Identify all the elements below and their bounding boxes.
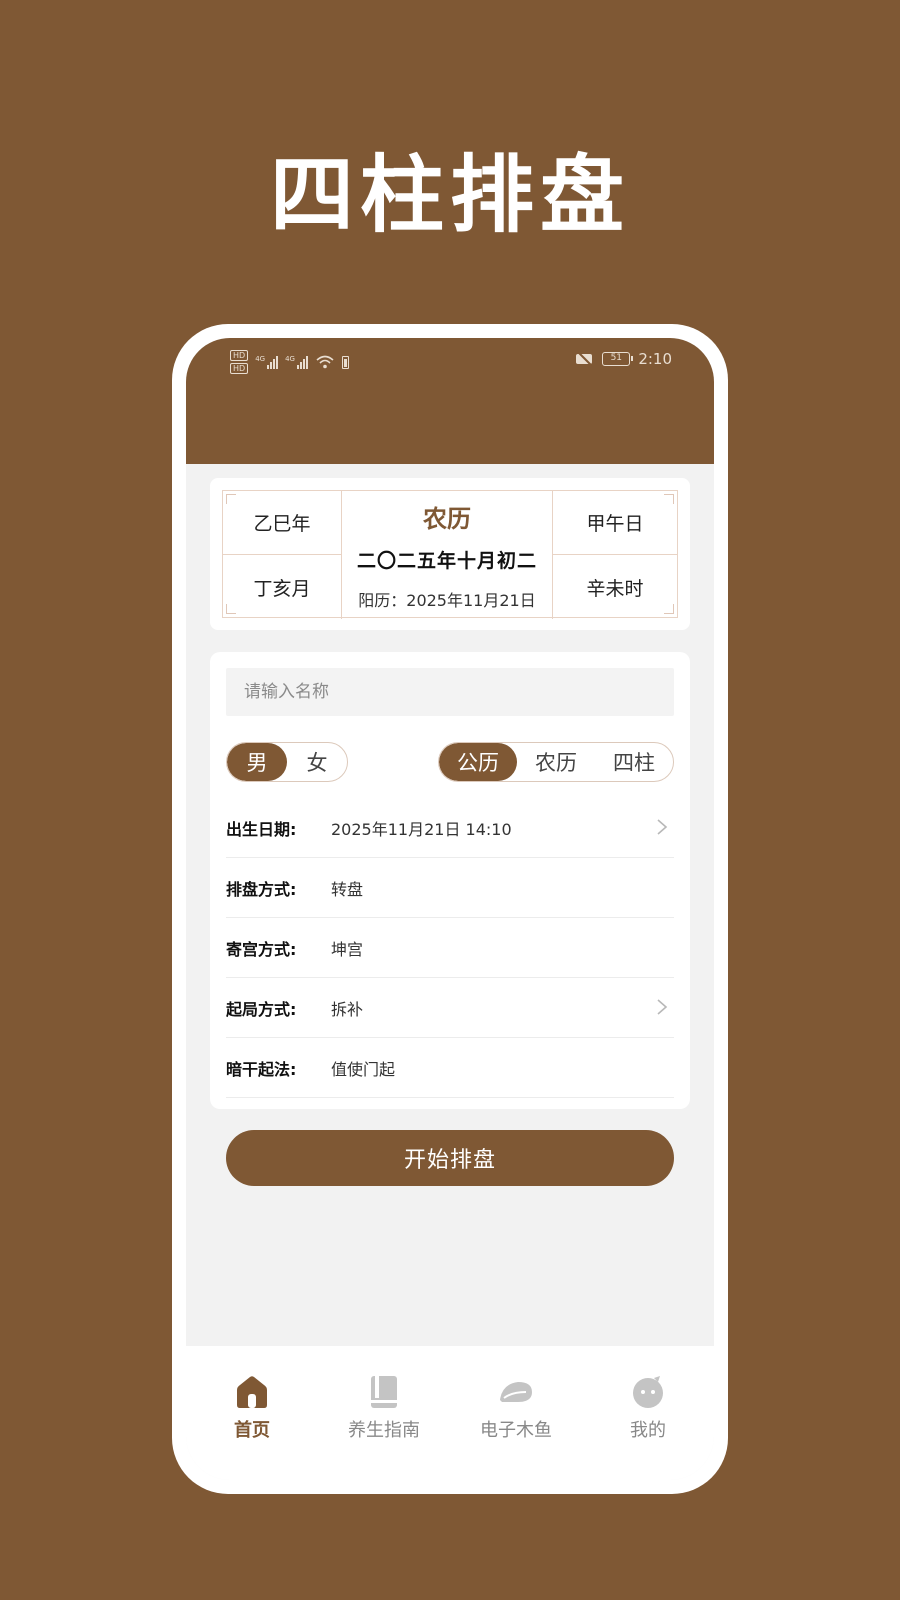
calendar-four-pillars-option[interactable]: 四柱 [595,743,673,781]
gender-toggle: 男 女 [226,742,348,782]
calendar-solar-option[interactable]: 公历 [439,743,517,781]
status-indicators-right: 51 2:10 [576,350,672,368]
tab-home[interactable]: 首页 [186,1346,318,1480]
calendar-grid: 乙巳年 农历 二〇二五年十月初二 阳历：2025年11月21日 甲午日 丁亥月 … [222,490,678,619]
status-time: 2:10 [638,350,672,368]
solar-date: 阳历：2025年11月21日 [358,591,536,610]
wifi-icon [316,355,334,369]
day-ganzhi: 甲午日 [553,491,677,555]
tab-label: 电子木鱼 [480,1420,552,1441]
status-bar: HD HD 4G 4G 51 2:10 [186,338,714,384]
field-label: 暗干起法: [226,1059,297,1079]
field-value: 2025年11月21日 14:10 [331,819,512,839]
field-value: 转盘 [331,879,364,899]
lunar-label: 农历 [423,505,471,533]
hour-ganzhi: 辛未时 [586,577,644,600]
field-hidden-stem-method[interactable]: 暗干起法: 值使门起 [226,1038,674,1098]
field-label: 出生日期: [226,819,297,839]
chevron-right-icon [656,818,668,836]
chevron-right-icon [656,998,668,1016]
field-chart-method[interactable]: 排盘方式: 转盘 [226,858,674,918]
field-birth-date[interactable]: 出生日期: 2025年11月21日 14:10 [226,798,674,858]
signal-icon: 4G [255,355,279,369]
mute-icon [576,352,594,366]
tab-profile[interactable]: 我的 [582,1346,714,1480]
calendar-lunar-option[interactable]: 农历 [517,743,595,781]
field-label: 起局方式: [226,999,297,1019]
promo-title: 四柱排盘 [269,146,630,244]
field-list: 出生日期: 2025年11月21日 14:10 排盘方式: 转盘 寄宫方式: 坤… [226,798,674,1098]
lunar-date: 二〇二五年十月初二 [356,550,537,572]
name-input[interactable] [226,668,674,716]
battery-icon: 51 [602,352,634,366]
start-chart-button[interactable]: 开始排盘 [226,1130,674,1186]
book-icon [371,1376,397,1408]
field-value: 拆补 [331,999,364,1019]
options-row: 男 女 公历 农历 四柱 [226,742,674,782]
profile-icon [633,1376,663,1408]
field-label: 排盘方式: [226,879,297,899]
field-value: 坤宫 [331,939,364,959]
wooden-fish-icon [500,1382,532,1402]
hd-icon: HD HD [230,350,249,374]
calendar-card: 乙巳年 农历 二〇二五年十月初二 阳历：2025年11月21日 甲午日 丁亥月 … [210,478,690,630]
month-ganzhi: 丁亥月 [253,577,311,600]
tab-wooden-fish[interactable]: 电子木鱼 [450,1346,582,1480]
status-indicators-left: HD HD 4G 4G [230,350,349,374]
charging-icon [341,355,349,369]
gender-female-option[interactable]: 女 [287,743,347,781]
field-value: 值使门起 [331,1059,396,1079]
tab-label: 我的 [630,1420,666,1441]
year-ganzhi: 乙巳年 [223,491,341,555]
bottom-tab-bar: 首页 养生指南 电子木鱼 我的 [186,1346,714,1480]
field-label: 寄宫方式: [226,939,297,959]
home-icon [237,1376,267,1408]
field-lodging-palace[interactable]: 寄宫方式: 坤宫 [226,918,674,978]
chart-form: 男 女 公历 农历 四柱 出生日期: 2025年11月21日 14:10 [210,652,690,1109]
calendar-type-toggle: 公历 农历 四柱 [438,742,674,782]
header-bar: HD HD 4G 4G 51 2:10 [186,338,714,464]
app-screen: HD HD 4G 4G 51 2:10 乙巳年 农历 二〇二五年十月初二 阳历：… [186,338,714,1480]
lunar-panel: 农历 二〇二五年十月初二 阳历：2025年11月21日 [341,491,553,619]
field-start-method[interactable]: 起局方式: 拆补 [226,978,674,1038]
gender-male-option[interactable]: 男 [227,743,287,781]
tab-label: 首页 [234,1420,270,1441]
tab-health-guide[interactable]: 养生指南 [318,1346,450,1480]
tab-label: 养生指南 [348,1420,420,1441]
phone-frame: HD HD 4G 4G 51 2:10 乙巳年 农历 二〇二五年十月初二 阳历：… [172,324,728,1494]
signal-icon-2: 4G [285,355,308,369]
